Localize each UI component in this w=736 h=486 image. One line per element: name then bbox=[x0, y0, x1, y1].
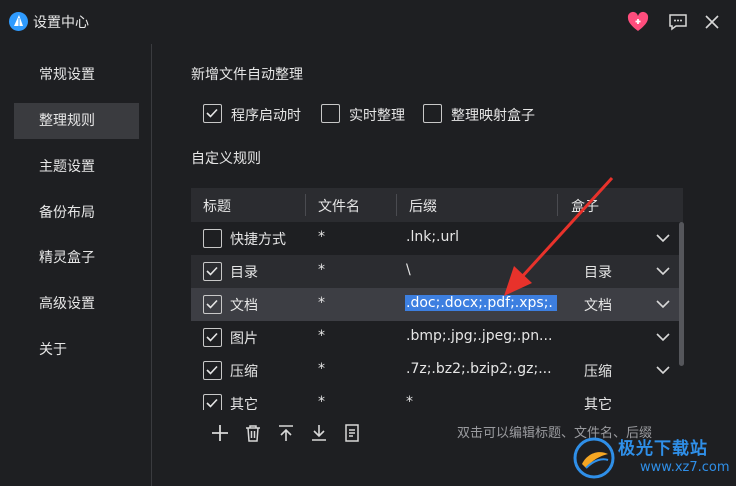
startup-label: 程序启动时 bbox=[231, 108, 301, 124]
chevron-down-icon[interactable] bbox=[655, 298, 671, 310]
sidebar-item-sprite-box[interactable]: 精灵盒子 bbox=[14, 240, 139, 276]
row-checkbox[interactable] bbox=[203, 394, 222, 410]
map-box-label: 整理映射盒子 bbox=[451, 108, 535, 124]
row-box: 其它 bbox=[584, 397, 612, 410]
row-checkbox[interactable] bbox=[203, 328, 222, 347]
move-to-top-icon[interactable] bbox=[275, 422, 297, 444]
feedback-icon[interactable] bbox=[666, 10, 690, 34]
table-scrollbar[interactable] bbox=[679, 222, 684, 366]
table-row[interactable]: 压缩 * .7z;.bz2;.bzip2;.gz;... 压缩 bbox=[191, 354, 683, 387]
app-logo-icon bbox=[9, 12, 28, 31]
row-suffix-editing[interactable]: .doc;.docx;.pdf;.xps;. bbox=[405, 295, 557, 311]
sidebar-item-general[interactable]: 常规设置 bbox=[14, 57, 139, 93]
table-row[interactable]: 其它 * * 其它 bbox=[191, 387, 683, 410]
column-divider[interactable] bbox=[396, 194, 397, 216]
startup-checkbox[interactable] bbox=[203, 104, 222, 123]
map-box-checkbox[interactable] bbox=[423, 104, 442, 123]
column-suffix[interactable]: 后缀 bbox=[409, 196, 437, 216]
row-suffix: .lnk;.url bbox=[406, 229, 460, 245]
sidebar-item-backup[interactable]: 备份布局 bbox=[14, 195, 139, 231]
table-row[interactable]: 目录 * \ 目录 bbox=[191, 255, 683, 288]
realtime-label: 实时整理 bbox=[349, 108, 405, 124]
column-title[interactable]: 标题 bbox=[203, 196, 231, 216]
row-title: 文档 bbox=[230, 298, 258, 314]
row-title: 快捷方式 bbox=[230, 232, 286, 248]
row-filename: * bbox=[318, 262, 325, 278]
row-filename: * bbox=[318, 328, 325, 344]
column-divider[interactable] bbox=[305, 194, 306, 216]
row-title: 目录 bbox=[230, 265, 258, 281]
move-to-bottom-icon[interactable] bbox=[308, 422, 330, 444]
realtime-checkbox[interactable] bbox=[321, 104, 340, 123]
table-row-selected[interactable]: 文档 * .doc;.docx;.pdf;.xps;. 文档 bbox=[191, 288, 683, 321]
row-suffix: \ bbox=[406, 262, 411, 278]
row-suffix: * bbox=[406, 394, 413, 410]
edit-list-icon[interactable] bbox=[341, 422, 363, 444]
column-divider[interactable] bbox=[557, 194, 558, 216]
auto-organize-title: 新增文件自动整理 bbox=[191, 67, 303, 83]
row-checkbox[interactable] bbox=[203, 361, 222, 380]
row-checkbox[interactable] bbox=[203, 295, 222, 314]
column-box[interactable]: 盒子 bbox=[571, 196, 599, 216]
row-box: 文档 bbox=[584, 298, 612, 314]
row-title: 图片 bbox=[230, 331, 258, 347]
custom-rules-title: 自定义规则 bbox=[191, 151, 261, 167]
chevron-down-icon[interactable] bbox=[655, 331, 671, 343]
table-row[interactable]: 图片 * .bmp;.jpg;.jpeg;.pn... bbox=[191, 321, 683, 354]
row-suffix: .bmp;.jpg;.jpeg;.pn... bbox=[406, 328, 553, 344]
row-box: 目录 bbox=[584, 265, 612, 281]
row-checkbox[interactable] bbox=[203, 262, 222, 281]
table-header: 标题 文件名 后缀 盒子 bbox=[191, 188, 683, 222]
heart-icon[interactable] bbox=[626, 10, 650, 34]
watermark-name: 极光下载站 bbox=[618, 439, 708, 459]
row-filename: * bbox=[318, 361, 325, 377]
row-filename: * bbox=[318, 394, 325, 410]
close-icon[interactable] bbox=[700, 10, 724, 34]
chevron-down-icon[interactable] bbox=[655, 265, 671, 277]
row-box: 压缩 bbox=[584, 364, 612, 380]
watermark: 极光下载站 www.xz7.com bbox=[570, 432, 736, 486]
column-filename[interactable]: 文件名 bbox=[318, 196, 360, 216]
rules-table: 标题 文件名 后缀 盒子 快捷方式 * .lnk;.url 目录 * \ 目录 bbox=[191, 188, 683, 410]
row-title: 压缩 bbox=[230, 364, 258, 380]
table-row[interactable]: 快捷方式 * .lnk;.url bbox=[191, 222, 683, 255]
rules-panel: 新增文件自动整理 程序启动时 实时整理 整理映射盒子 自定义规则 标题 文件名 … bbox=[153, 44, 736, 486]
chevron-down-icon[interactable] bbox=[655, 232, 671, 244]
sidebar-item-advanced[interactable]: 高级设置 bbox=[14, 286, 139, 322]
row-filename: * bbox=[318, 295, 325, 311]
title-bar: 设置中心 bbox=[0, 0, 736, 44]
row-filename: * bbox=[318, 229, 325, 245]
row-checkbox[interactable] bbox=[203, 229, 222, 248]
row-suffix: .7z;.bz2;.bzip2;.gz;... bbox=[406, 361, 552, 377]
trash-icon[interactable] bbox=[242, 422, 264, 444]
add-icon[interactable] bbox=[209, 422, 231, 444]
sidebar: 常规设置 整理规则 主题设置 备份布局 精灵盒子 高级设置 关于 bbox=[0, 44, 152, 486]
sidebar-item-theme[interactable]: 主题设置 bbox=[14, 149, 139, 185]
row-title: 其它 bbox=[230, 397, 258, 410]
watermark-logo-icon bbox=[573, 437, 615, 479]
window-title: 设置中心 bbox=[33, 15, 89, 31]
chevron-down-icon[interactable] bbox=[655, 364, 671, 376]
sidebar-item-rules[interactable]: 整理规则 bbox=[14, 103, 139, 139]
watermark-url: www.xz7.com bbox=[640, 460, 730, 475]
sidebar-item-about[interactable]: 关于 bbox=[14, 332, 139, 368]
